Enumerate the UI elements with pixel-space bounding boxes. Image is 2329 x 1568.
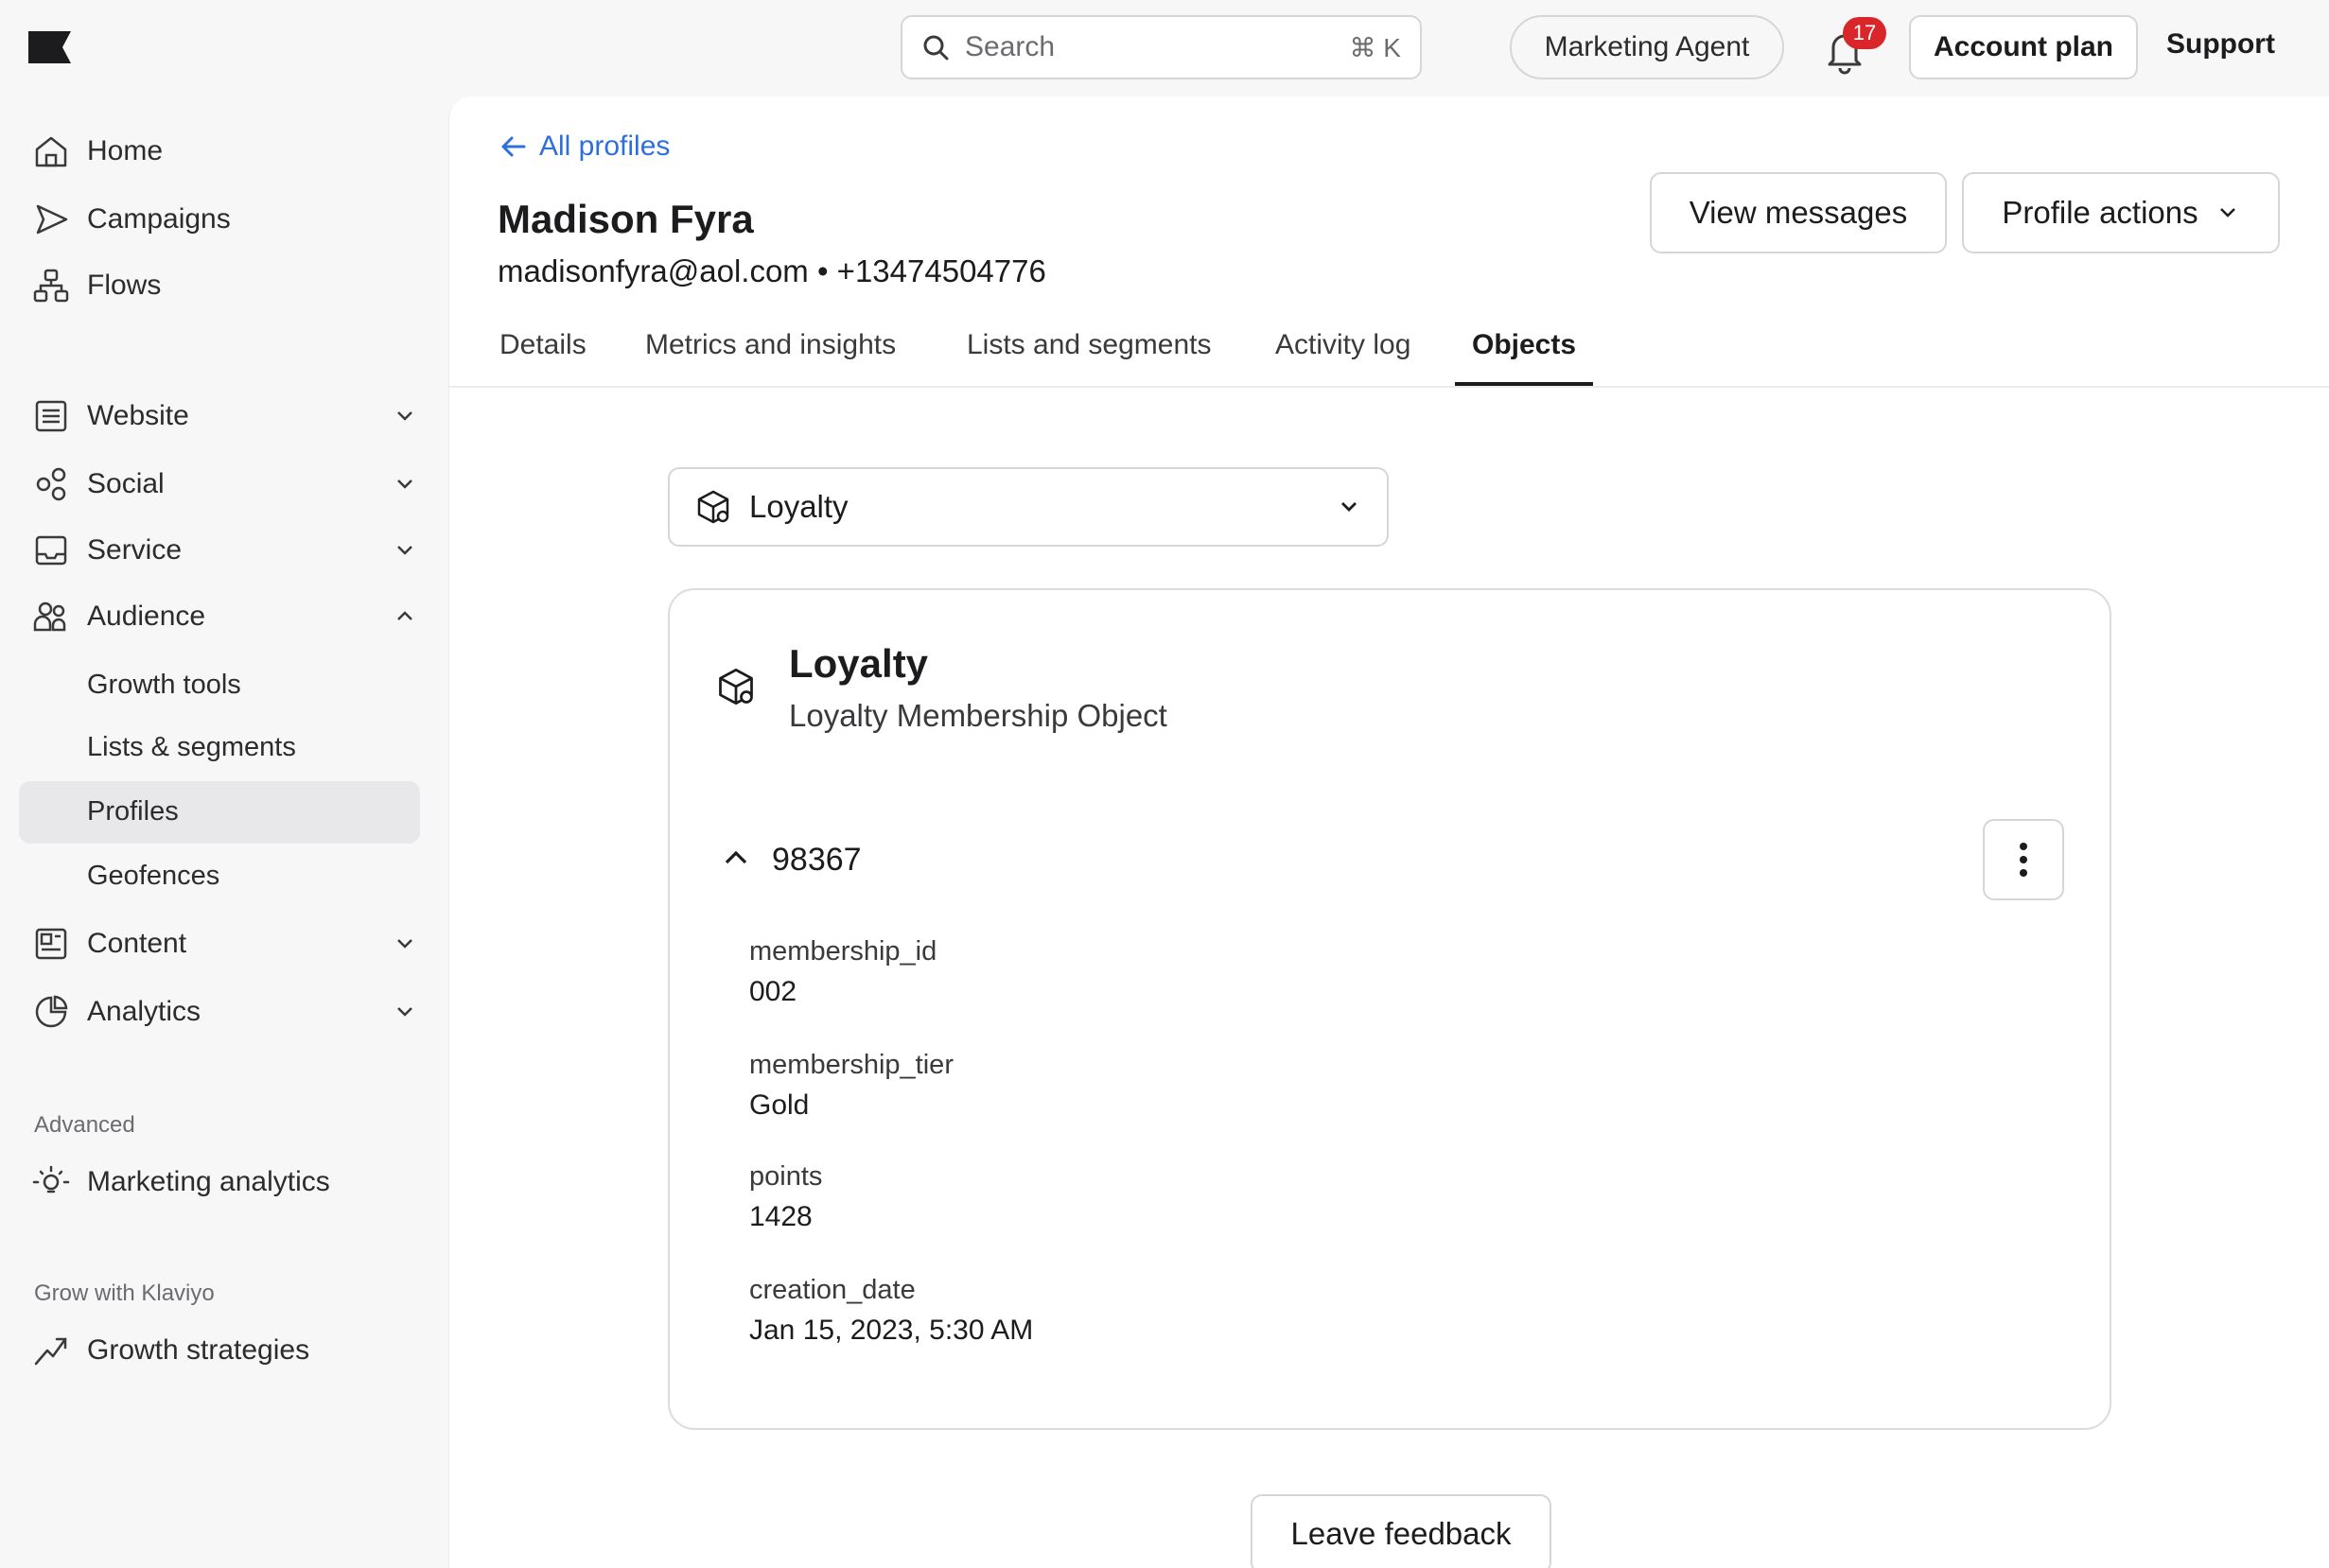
sidebar-item-website[interactable]: Website — [30, 388, 418, 444]
notification-badge: 17 — [1843, 17, 1886, 49]
record-menu-button[interactable] — [1983, 819, 2064, 900]
social-icon — [30, 463, 72, 505]
sidebar-item-label: Growth strategies — [87, 1334, 310, 1366]
sidebar-item-home[interactable]: Home — [30, 123, 418, 180]
tab-objects[interactable]: Objects — [1472, 329, 1576, 361]
chevron-up-icon[interactable] — [719, 842, 753, 876]
send-icon — [30, 199, 72, 240]
tab-details[interactable]: Details — [499, 329, 587, 361]
profile-name: Madison Fyra — [498, 197, 754, 241]
content-icon — [30, 923, 72, 965]
sidebar-subitem-profiles[interactable]: Profiles — [87, 783, 179, 840]
support-link[interactable]: Support — [2166, 28, 2275, 61]
sidebar-item-flows[interactable]: Flows — [30, 257, 418, 314]
object-type-selected: Loyalty — [749, 489, 849, 524]
field-key: membership_tier — [749, 1050, 954, 1080]
field-value: 1428 — [749, 1201, 813, 1232]
lightbulb-icon — [30, 1161, 72, 1203]
sidebar-item-label: Audience — [87, 601, 206, 632]
search-icon — [923, 35, 949, 61]
field-key: points — [749, 1161, 823, 1192]
view-messages-button[interactable]: View messages — [1650, 172, 1947, 253]
profile-tabs: Details Metrics and insights Lists and s… — [448, 322, 2329, 388]
home-icon — [30, 131, 72, 172]
field-value: Gold — [749, 1089, 810, 1121]
tab-metrics-insights[interactable]: Metrics and insights — [645, 329, 896, 361]
chevron-down-icon — [397, 546, 412, 555]
sidebar-item-marketing-analytics[interactable]: Marketing analytics — [30, 1154, 418, 1211]
sidebar-subitem-growth-tools[interactable]: Growth tools — [87, 656, 241, 713]
pie-chart-icon — [30, 991, 72, 1033]
back-to-profiles-link[interactable]: All profiles — [499, 131, 670, 163]
sidebar-item-campaigns[interactable]: Campaigns — [30, 191, 418, 248]
flows-icon — [30, 265, 72, 306]
chevron-down-icon — [397, 479, 412, 489]
sidebar-subitem-lists-segments[interactable]: Lists & segments — [87, 719, 296, 775]
sidebar-item-label: Home — [87, 135, 164, 166]
sidebar-section-advanced: Advanced — [34, 1112, 135, 1138]
field-key: membership_id — [749, 936, 937, 967]
object-type-select[interactable]: Loyalty — [668, 467, 1389, 547]
chevron-down-icon — [1341, 502, 1357, 512]
cube-gear-icon — [697, 490, 729, 524]
chevron-down-icon — [397, 411, 412, 421]
sidebar-subitem-geofences[interactable]: Geofences — [87, 847, 219, 904]
profile-actions-label: Profile actions — [2002, 195, 2198, 230]
sidebar-item-service[interactable]: Service — [30, 522, 418, 579]
chevron-down-icon — [2219, 208, 2235, 218]
account-plan-button[interactable]: Account plan — [1909, 15, 2138, 79]
more-vertical-icon — [2020, 843, 2027, 877]
sidebar-item-growth-strategies[interactable]: Growth strategies — [30, 1322, 418, 1379]
tab-activity-log[interactable]: Activity log — [1275, 329, 1410, 361]
sidebar-item-analytics[interactable]: Analytics — [30, 984, 418, 1040]
inbox-icon — [30, 530, 72, 571]
sidebar-item-social[interactable]: Social — [30, 456, 418, 513]
sidebar-item-label: Campaigns — [87, 203, 231, 235]
sidebar-item-label: Social — [87, 468, 165, 499]
chevron-up-icon — [397, 611, 412, 620]
tab-lists-segments[interactable]: Lists and segments — [967, 329, 1211, 361]
sidebar-item-label: Website — [87, 400, 189, 431]
search-placeholder: Search — [965, 31, 1056, 62]
field-value: Jan 15, 2023, 5:30 AM — [749, 1315, 1034, 1346]
object-record-id: 98367 — [772, 842, 862, 878]
leave-feedback-button[interactable]: Leave feedback — [1251, 1494, 1551, 1568]
sidebar-item-label: Marketing analytics — [87, 1166, 330, 1197]
field-key: creation_date — [749, 1275, 916, 1305]
sidebar-section-grow: Grow with Klaviyo — [34, 1281, 215, 1306]
klaviyo-logo-icon[interactable] — [28, 31, 71, 63]
object-card-subtitle: Loyalty Membership Object — [789, 698, 1167, 733]
field-value: 002 — [749, 976, 797, 1007]
marketing-agent-button[interactable]: Marketing Agent — [1510, 15, 1784, 79]
sidebar-item-content[interactable]: Content — [30, 915, 418, 972]
active-tab-indicator — [1455, 382, 1593, 386]
trend-up-icon — [30, 1330, 72, 1371]
website-icon — [30, 395, 72, 437]
profile-actions-button[interactable]: Profile actions — [1962, 172, 2280, 253]
chevron-down-icon — [397, 1007, 412, 1017]
profile-contact: madisonfyra@aol.com • +13474504776 — [498, 253, 1046, 288]
chevron-down-icon — [397, 939, 412, 949]
audience-icon — [30, 596, 72, 637]
sidebar-item-audience[interactable]: Audience — [30, 588, 418, 645]
sidebar-item-label: Content — [87, 928, 187, 959]
search-input[interactable]: Search ⌘ K — [901, 15, 1422, 79]
search-shortcut: ⌘ K — [1349, 32, 1401, 62]
sidebar-item-label: Service — [87, 534, 183, 566]
cube-gear-icon — [719, 669, 753, 705]
sidebar-item-label: Analytics — [87, 996, 201, 1027]
object-card-title: Loyalty — [789, 641, 929, 686]
sidebar-active-highlight — [19, 781, 420, 844]
arrow-left-icon — [501, 136, 526, 157]
sidebar-item-label: Flows — [87, 270, 162, 301]
back-link-label: All profiles — [539, 131, 671, 162]
